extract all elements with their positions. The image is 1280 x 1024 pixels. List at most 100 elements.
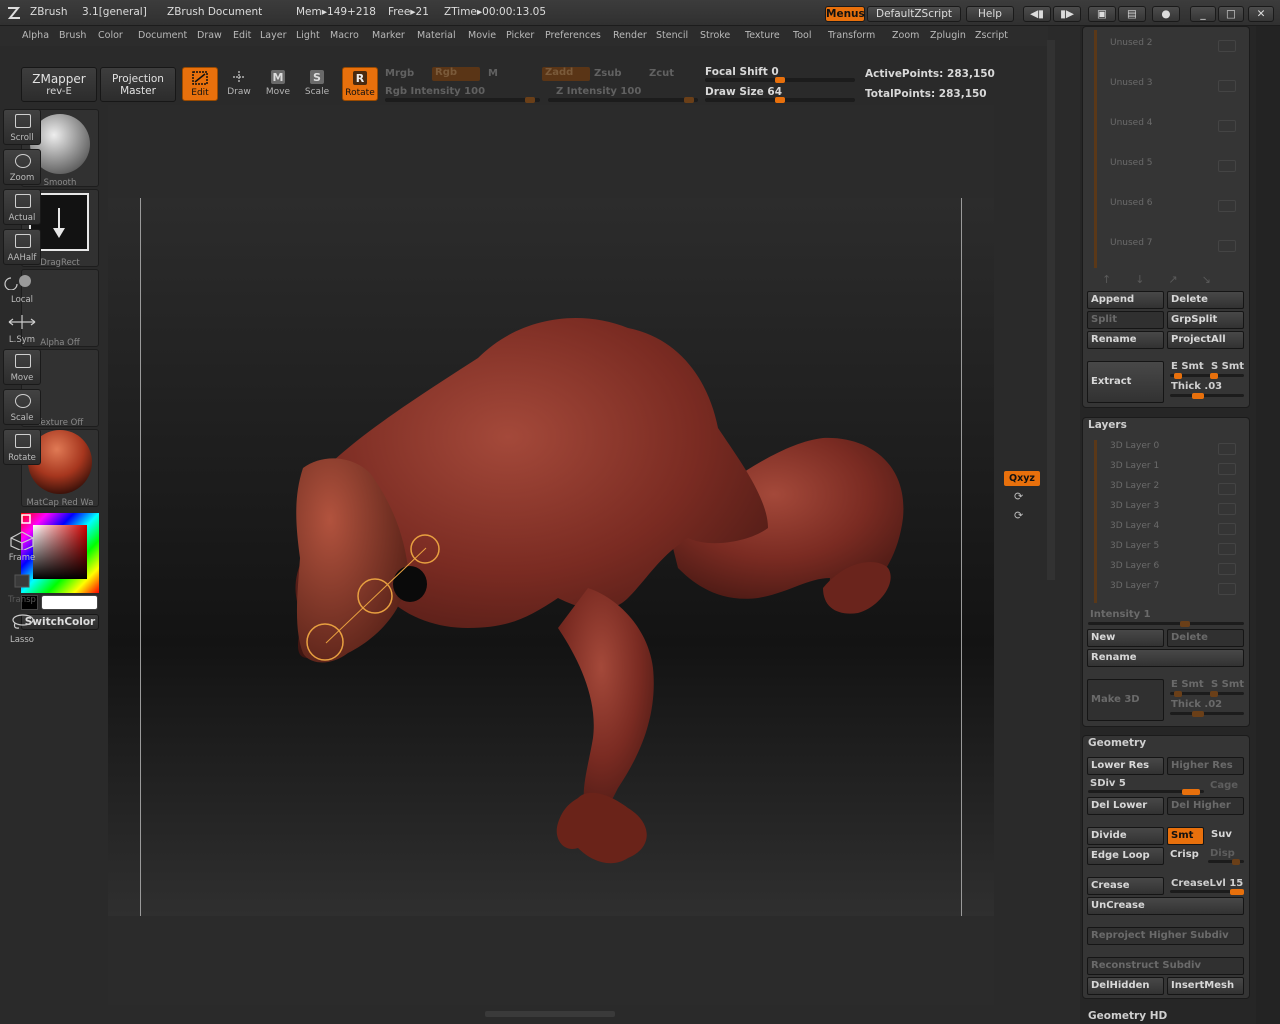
menu-preferences[interactable]: Preferences (545, 30, 601, 41)
frame-button[interactable]: Frame (3, 530, 41, 564)
local-button[interactable]: Local (3, 272, 41, 306)
creaselvl-knob[interactable] (1230, 889, 1244, 895)
draw-mode-button[interactable]: Draw (221, 67, 257, 101)
subtool-row-5[interactable]: Unused 5 (1110, 158, 1242, 176)
zmapper-button[interactable]: ZMapper rev-E (21, 67, 97, 102)
reconstruct-subdiv-button[interactable]: Reconstruct Subdiv (1087, 957, 1244, 975)
extract-smt-slider[interactable] (1170, 373, 1244, 379)
extract-button[interactable]: Extract (1087, 361, 1164, 403)
subtool-row-3[interactable]: Unused 3 (1110, 78, 1242, 96)
make3d-esmt-knob[interactable] (1174, 691, 1182, 697)
uncrease-button[interactable]: UnCrease (1087, 897, 1244, 915)
menu-zscript[interactable]: Zscript (975, 30, 1008, 41)
visibility-toggle[interactable] (1218, 463, 1236, 475)
layout-a-icon[interactable]: ▣ (1088, 6, 1116, 22)
draw-size-knob[interactable] (775, 97, 785, 103)
subtool-row-2[interactable]: Unused 2 (1110, 38, 1242, 56)
layer-row-0[interactable]: 3D Layer 0 (1110, 441, 1242, 459)
transp-button[interactable]: Transp (3, 572, 41, 606)
menu-stroke[interactable]: Stroke (700, 30, 730, 41)
make3d-thick-knob[interactable] (1192, 711, 1204, 717)
del-higher-button[interactable]: Del Higher (1167, 797, 1244, 815)
split-button[interactable]: Split (1087, 311, 1164, 329)
layer-row-6[interactable]: 3D Layer 6 (1110, 561, 1242, 579)
creaselvl-slider[interactable] (1170, 889, 1244, 895)
layer-row-3[interactable]: 3D Layer 3 (1110, 501, 1242, 519)
menu-draw[interactable]: Draw (197, 30, 222, 41)
menus-button[interactable]: Menus (825, 6, 865, 22)
smt-toggle[interactable]: Smt (1167, 827, 1204, 845)
move-view-button[interactable]: Move (3, 349, 41, 385)
rename-layer-button[interactable]: Rename (1087, 649, 1244, 667)
insertmesh-button[interactable]: InsertMesh (1167, 977, 1244, 995)
higher-res-button[interactable]: Higher Res (1167, 757, 1244, 775)
edit-mode-button[interactable]: Edit (182, 67, 218, 101)
menu-layer[interactable]: Layer (260, 30, 287, 41)
make3d-ssmt-label[interactable]: S Smt (1211, 679, 1244, 690)
menu-edit[interactable]: Edit (233, 30, 251, 41)
move-mode-button[interactable]: M Move (260, 67, 296, 101)
make3d-esmt-label[interactable]: E Smt (1171, 679, 1204, 690)
disp-knob[interactable] (1232, 859, 1240, 865)
mrgb-button[interactable]: Mrgb (385, 68, 414, 79)
subtool-row-6[interactable]: Unused 6 (1110, 198, 1242, 216)
crease-button[interactable]: Crease (1087, 877, 1164, 895)
menu-stencil[interactable]: Stencil (656, 30, 688, 41)
menu-movie[interactable]: Movie (468, 30, 496, 41)
visibility-toggle[interactable] (1218, 523, 1236, 535)
ssmt-knob[interactable] (1210, 373, 1218, 379)
extract-esmt-label[interactable]: E Smt (1171, 361, 1204, 372)
subtool-arrows[interactable]: ↑↓↗↘ (1096, 273, 1244, 287)
layer-row-5[interactable]: 3D Layer 5 (1110, 541, 1242, 559)
menu-picker[interactable]: Picker (506, 30, 534, 41)
menu-render[interactable]: Render (613, 30, 647, 41)
lsym-button[interactable]: L.Sym (3, 312, 41, 346)
menu-light[interactable]: Light (296, 30, 320, 41)
geometry-hd-title[interactable]: Geometry HD (1088, 1010, 1167, 1022)
maximize-icon[interactable]: □ (1218, 6, 1244, 22)
zoom-button[interactable]: Zoom (3, 149, 41, 185)
visibility-toggle[interactable] (1218, 563, 1236, 575)
new-layer-button[interactable]: New (1087, 629, 1164, 647)
actual-button[interactable]: Actual (3, 189, 41, 225)
visibility-toggle[interactable] (1218, 80, 1236, 92)
layer-intensity-knob[interactable] (1180, 621, 1190, 627)
projectall-button[interactable]: ProjectAll (1167, 331, 1244, 349)
extract-thick-slider[interactable] (1170, 393, 1244, 399)
xyz-toggle[interactable]: Qxyz (1004, 471, 1040, 486)
divide-button[interactable]: Divide (1087, 827, 1164, 845)
menu-zoom[interactable]: Zoom (892, 30, 919, 41)
del-lower-button[interactable]: Del Lower (1087, 797, 1164, 815)
crisp-toggle[interactable]: Crisp (1167, 847, 1204, 865)
thick-knob[interactable] (1192, 393, 1204, 399)
rotate-mode-button[interactable]: R Rotate (342, 67, 378, 101)
layer-intensity-slider[interactable] (1088, 621, 1244, 627)
visibility-toggle[interactable] (1218, 583, 1236, 595)
subtool-scrollbar[interactable] (1094, 30, 1097, 268)
sdiv-slider[interactable] (1088, 789, 1204, 795)
make3d-thick-slider[interactable] (1170, 711, 1244, 717)
layer-row-2[interactable]: 3D Layer 2 (1110, 481, 1242, 499)
esmt-knob[interactable] (1174, 373, 1182, 379)
subtool-row-4[interactable]: Unused 4 (1110, 118, 1242, 136)
scroll-button[interactable]: Scroll (3, 109, 41, 145)
menu-texture[interactable]: Texture (745, 30, 780, 41)
visibility-toggle[interactable] (1218, 160, 1236, 172)
lasso-button[interactable]: Lasso (3, 612, 41, 646)
subtool-row-7[interactable]: Unused 7 (1110, 238, 1242, 256)
scale-view-button[interactable]: Scale (3, 389, 41, 425)
rotate-y-icon[interactable]: ⟳ (1014, 490, 1023, 503)
focal-shift-knob[interactable] (775, 77, 785, 83)
draw-size-slider[interactable] (705, 97, 855, 103)
cage-button[interactable]: Cage (1210, 780, 1238, 791)
menu-alpha[interactable]: Alpha (22, 30, 49, 41)
grpsplit-button[interactable]: GrpSplit (1167, 311, 1244, 329)
make-3d-button[interactable]: Make 3D (1087, 679, 1164, 721)
menu-brush[interactable]: Brush (59, 30, 86, 41)
zsub-button[interactable]: Zsub (594, 68, 621, 79)
extract-ssmt-label[interactable]: S Smt (1211, 361, 1244, 372)
z-intensity-knob[interactable] (684, 97, 694, 103)
minimize-icon[interactable]: _ (1190, 6, 1216, 22)
rename-subtool-button[interactable]: Rename (1087, 331, 1164, 349)
rotate-view-button[interactable]: Rotate (3, 429, 41, 465)
